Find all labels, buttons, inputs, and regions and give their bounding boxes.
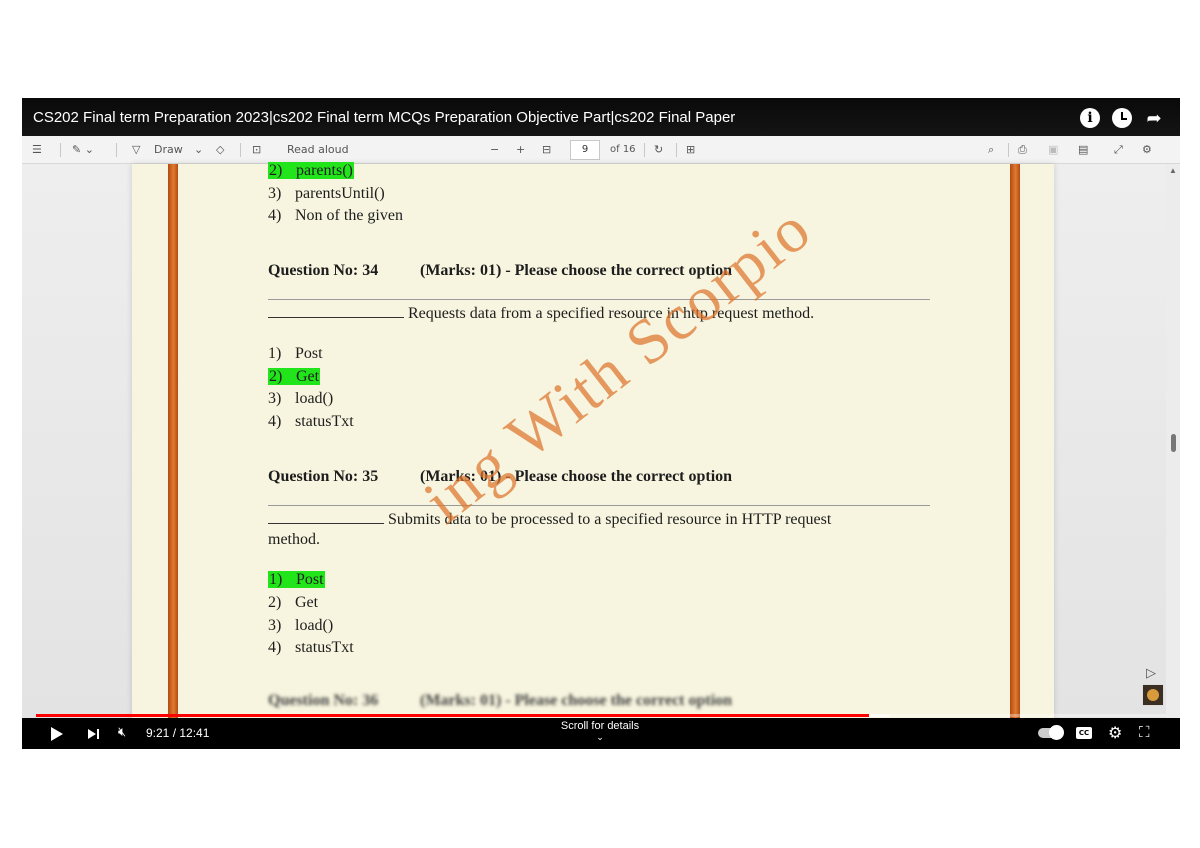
play-button[interactable] [48, 724, 64, 742]
cursor-icon: ▷ [1146, 665, 1156, 680]
toolbar-divider [240, 143, 241, 157]
option-line: 3) load() [268, 617, 334, 634]
info-icon[interactable]: i [1080, 108, 1100, 128]
exit-fullscreen-icon[interactable]: ⛶ [1139, 723, 1150, 741]
toolbar-divider [1008, 143, 1009, 157]
video-title-bar: CS202 Final term Preparation 2023|cs202 … [22, 98, 1180, 136]
divider [268, 505, 930, 506]
correct-option-highlight: 2) Get [268, 368, 321, 385]
video-player[interactable]: ☰ ✎ ⌄ ▽ Draw ⌄ ◇ ⊡ Read aloud − + ⊟ 9 of… [22, 98, 1180, 749]
toolbar-divider [116, 143, 117, 157]
video-title[interactable]: CS202 Final term Preparation 2023|cs202 … [33, 109, 735, 126]
option-line: 3) parentsUntil() [268, 185, 385, 202]
video-frame: ☰ ✎ ⌄ ▽ Draw ⌄ ◇ ⊡ Read aloud − + ⊟ 9 of… [22, 98, 1180, 718]
pdf-toolbar: ☰ ✎ ⌄ ▽ Draw ⌄ ◇ ⊡ Read aloud − + ⊟ 9 of… [22, 136, 1180, 164]
option-line: 2) Get [268, 594, 319, 611]
option-line: 4) Non of the given [268, 207, 403, 224]
autoplay-toggle[interactable] [1038, 725, 1064, 740]
pdf-scrollbar[interactable]: ▲ [1166, 164, 1180, 718]
question-statement: Requests data from a specified resource … [268, 304, 814, 323]
page-number-input[interactable]: 9 [570, 140, 600, 160]
contents-icon[interactable]: ☰ [32, 142, 42, 158]
chevron-down-icon[interactable]: ⌄ [592, 733, 608, 743]
draw-icon[interactable]: ▽ [132, 142, 140, 158]
progress-played [36, 714, 869, 717]
page-total: of 16 [610, 144, 636, 155]
settings-icon[interactable]: ⚙ [1108, 723, 1122, 742]
option-line: 4) statusTxt [268, 639, 354, 656]
progress-buffered [869, 714, 889, 717]
watermark: ing With Scorpio [410, 191, 825, 537]
page-border-right [1010, 164, 1020, 718]
page-border-left [168, 164, 178, 718]
highlight-icon[interactable]: ✎ ⌄ [72, 142, 94, 158]
mute-icon[interactable]: 🔇︎ [118, 725, 126, 740]
option-line: 1) Post [268, 345, 323, 362]
chevron-up-icon[interactable]: ▲ [1169, 166, 1177, 175]
time-display: 9:21 / 12:41 [146, 726, 210, 740]
share-icon[interactable]: ➦ [1144, 108, 1164, 128]
option-line: 3) load() [268, 390, 334, 407]
eraser-icon[interactable]: ◇ [216, 142, 224, 158]
zoom-in-button[interactable]: + [516, 142, 525, 158]
correct-option-highlight: 1) Post [268, 571, 325, 588]
watch-later-icon[interactable] [1112, 108, 1132, 128]
captions-button[interactable]: CC [1076, 727, 1092, 739]
question-statement: Submits data to be processed to a specif… [268, 510, 831, 529]
progress-bar[interactable] [36, 714, 1166, 717]
option-line: 1) Post [268, 571, 325, 589]
toolbar-divider [676, 143, 677, 157]
correct-option-highlight: 2) parents() [268, 162, 354, 179]
read-aloud-icon[interactable]: ⊡ [252, 142, 261, 158]
question-heading: Question No: 35 (Marks: 01) - Please choo… [268, 468, 733, 485]
scroll-for-details[interactable]: Scroll for details [542, 720, 658, 732]
option-line: 4) statusTxt [268, 413, 354, 430]
next-button[interactable] [86, 724, 102, 742]
blurred-question-heading: Question No: 36 (Marks: 01) - Please choo… [268, 692, 733, 709]
option-line: 2) parents() [268, 162, 354, 180]
chevron-down-icon[interactable]: ⌄ [194, 142, 203, 158]
toolbar-divider [60, 143, 61, 157]
gear-icon[interactable]: ⚙ [1142, 142, 1152, 158]
page-view-icon[interactable]: ⊞ [686, 142, 695, 158]
pdf-scroll-thumb[interactable] [1171, 434, 1176, 452]
divider [268, 299, 930, 300]
rotate-icon[interactable]: ↻ [654, 142, 663, 158]
toolbar-divider [644, 143, 645, 157]
channel-avatar[interactable] [1142, 684, 1164, 706]
search-icon[interactable]: ⌕ [988, 142, 994, 158]
option-line: 2) Get [268, 368, 321, 386]
pdf-document-area[interactable]: 2) parents() 3) parentsUntil() 4) Non of th… [22, 162, 1180, 718]
read-aloud-button[interactable]: Read aloud [287, 142, 349, 158]
save-icon[interactable]: ▣ [1048, 142, 1058, 158]
player-controls: 🔇︎ 9:21 / 12:41 Scroll for details ⌄ CC … [22, 718, 1180, 749]
draw-label[interactable]: Draw [154, 142, 183, 158]
zoom-out-button[interactable]: − [490, 142, 499, 158]
print-icon[interactable]: ⎙ [1018, 142, 1027, 158]
save-as-icon[interactable]: ▤ [1078, 142, 1088, 158]
question-heading: Question No: 34 (Marks: 01) - Please choo… [268, 262, 733, 279]
question-statement-continued: method. [268, 531, 320, 548]
pdf-page: 2) parents() 3) parentsUntil() 4) Non of th… [132, 162, 1054, 718]
fit-page-icon[interactable]: ⊟ [542, 142, 551, 158]
fullscreen-icon[interactable]: ⤢ [1114, 142, 1123, 158]
